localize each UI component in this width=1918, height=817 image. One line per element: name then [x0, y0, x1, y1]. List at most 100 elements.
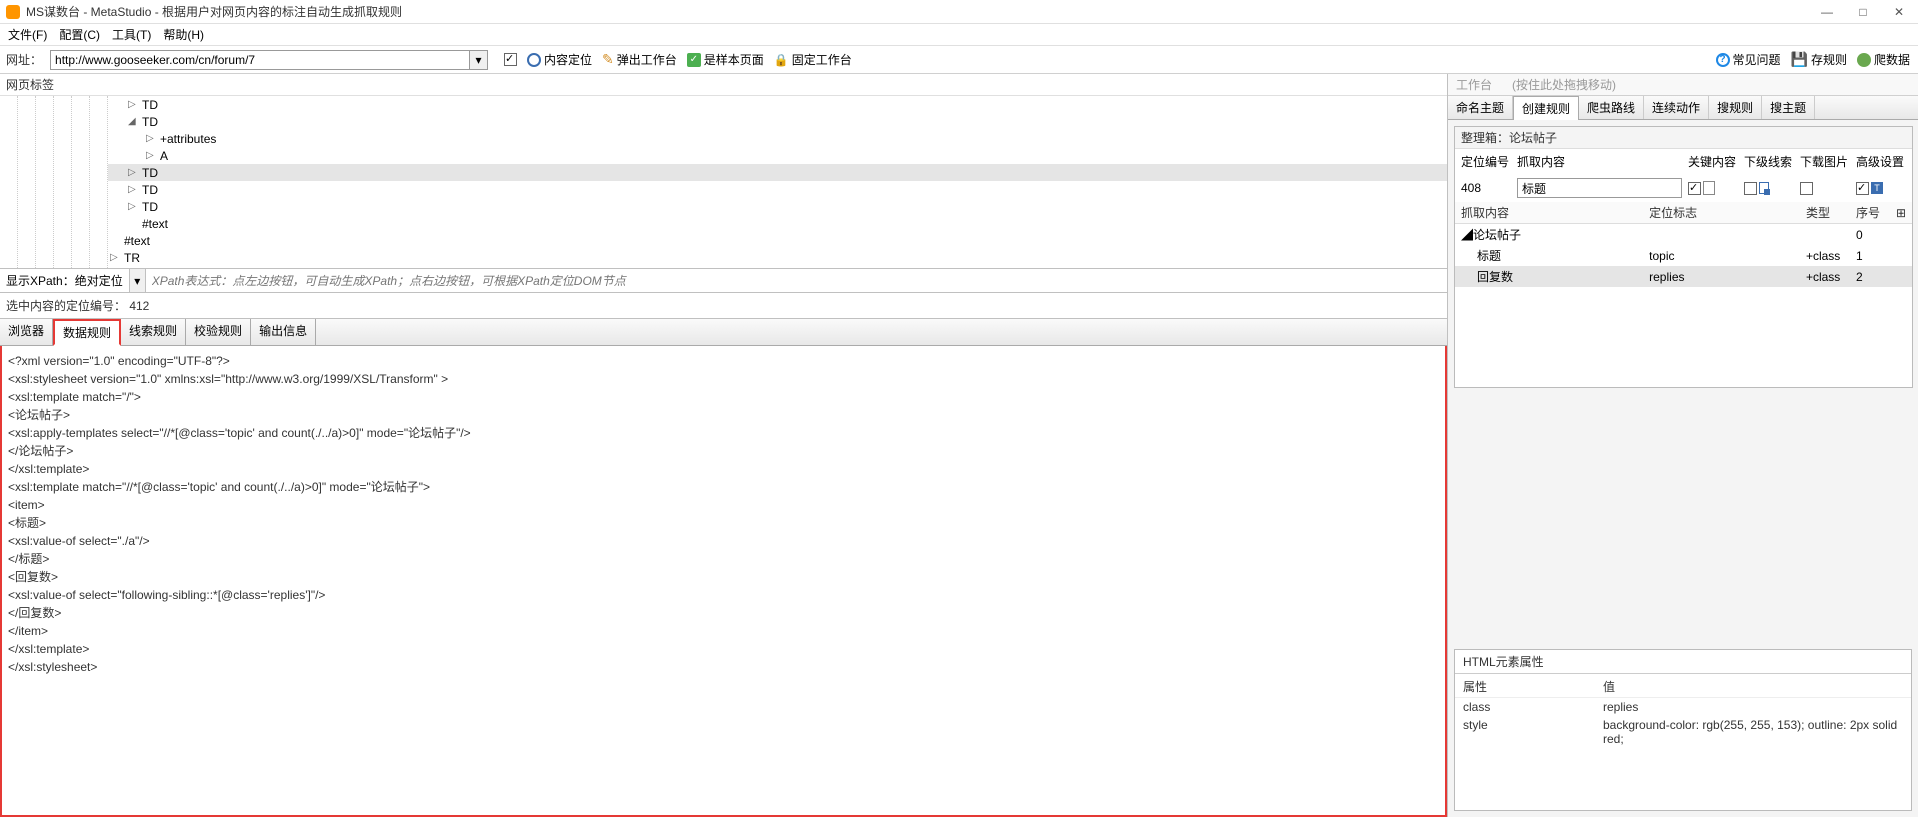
maximize-button[interactable]: □ — [1854, 3, 1872, 21]
tool-content-locate-label: 内容定位 — [544, 51, 592, 68]
workbench-tab[interactable]: 命名主题 — [1448, 96, 1513, 119]
checkbox-adv[interactable] — [1856, 182, 1869, 195]
code-line: </xsl:template> — [8, 460, 1439, 478]
menu-tools[interactable]: 工具(T) — [108, 24, 155, 45]
menu-config[interactable]: 配置(C) — [55, 24, 104, 45]
workbench-tab[interactable]: 爬虫路线 — [1579, 96, 1644, 119]
tree-row[interactable]: ▷TD — [108, 198, 1447, 215]
label-img: 下载图片 — [1800, 153, 1850, 170]
workbench-tab[interactable]: 搜主题 — [1762, 96, 1815, 119]
table-row[interactable]: 标题topic+class1 — [1455, 245, 1912, 266]
close-button[interactable]: ✕ — [1890, 3, 1908, 21]
tool-popup-workbench-label: 弹出工作台 — [617, 51, 677, 68]
lock-icon: 🔒 — [774, 53, 789, 67]
tree-row[interactable]: ▷A — [108, 147, 1447, 164]
tree-expander[interactable]: ▷ — [110, 252, 122, 263]
link-save-rule-label: 存规则 — [1811, 51, 1847, 68]
code-area[interactable]: <?xml version="1.0" encoding="UTF-8"?> <x… — [0, 346, 1447, 817]
globe-icon — [1857, 53, 1871, 67]
xpath-mode-label[interactable]: 显示XPath：绝对定位 — [0, 269, 130, 292]
tree-label: +attributes — [160, 132, 216, 146]
tree-label: #text — [124, 234, 150, 248]
tree-expander[interactable]: ▷ — [128, 99, 140, 110]
tree-expander[interactable]: ▷ — [146, 150, 158, 161]
checkbox-generic[interactable] — [504, 53, 517, 66]
tree-row[interactable]: ▷TD — [108, 164, 1447, 181]
menu-help[interactable]: 帮助(H) — [159, 24, 208, 45]
tree-row[interactable]: #text — [108, 232, 1447, 249]
bottom-tab[interactable]: 输出信息 — [251, 319, 316, 345]
tree-label: TR — [124, 251, 140, 265]
tool-sample-page[interactable]: ✓是样本页面 — [687, 51, 764, 68]
code-line: <xsl:value-of select="./a"/> — [8, 532, 1439, 550]
checkbox-img[interactable] — [1800, 182, 1813, 195]
workbench-tab[interactable]: 搜规则 — [1709, 96, 1762, 119]
code-line: <?xml version="1.0" encoding="UTF-8"?> — [8, 352, 1439, 370]
xpath-mode-dropdown[interactable]: ▾ — [130, 269, 146, 292]
menu-file[interactable]: 文件(F) — [4, 24, 51, 45]
url-dropdown[interactable]: ▾ — [470, 50, 488, 70]
bottom-tab[interactable]: 数据规则 — [53, 319, 121, 346]
code-line: <xsl:template match="//*[@class='topic' … — [8, 478, 1439, 496]
table-row[interactable]: 回复数replies+class2 — [1455, 266, 1912, 287]
tree-expander[interactable]: ▷ — [128, 184, 140, 195]
xpath-input[interactable] — [146, 269, 1447, 292]
check-icon: ✓ — [687, 53, 701, 67]
bottom-tab[interactable]: 浏览器 — [0, 319, 53, 345]
bottom-tab[interactable]: 校验规则 — [186, 319, 251, 345]
tree-row[interactable]: ▷TD — [108, 96, 1447, 113]
html-prop-row: classreplies — [1455, 698, 1911, 716]
tree-row[interactable]: ◢TD — [108, 113, 1447, 130]
code-line: <标题> — [8, 514, 1439, 532]
hp-key: style — [1463, 718, 1603, 746]
tree-row[interactable]: ▷TR — [108, 249, 1447, 266]
th-type[interactable]: 类型 — [1800, 202, 1850, 224]
th-seq[interactable]: 序号 — [1850, 202, 1890, 224]
minimize-button[interactable]: — — [1818, 3, 1836, 21]
label-adv: 高级设置 — [1856, 153, 1906, 170]
th-mark[interactable]: 定位标志 — [1643, 202, 1800, 224]
workbench-tab[interactable]: 创建规则 — [1513, 96, 1579, 120]
link-faq[interactable]: ?常见问题 — [1716, 51, 1781, 68]
checkbox-key[interactable] — [1688, 182, 1701, 195]
window-title: MS谋数台 - MetaStudio - 根据用户对网页内容的标注自动生成抓取规… — [26, 3, 1818, 20]
tree-row[interactable]: ▷TD — [108, 181, 1447, 198]
datarule-icon — [1759, 182, 1769, 194]
question-icon: ? — [1716, 53, 1730, 67]
tool-sample-page-label: 是样本页面 — [704, 51, 764, 68]
tree-expander[interactable]: ◢ — [128, 116, 140, 127]
code-line: <item> — [8, 496, 1439, 514]
url-label: 网址： — [6, 51, 42, 68]
tree-expander[interactable]: ▷ — [128, 201, 140, 212]
link-crawl-data[interactable]: 爬数据 — [1857, 51, 1910, 68]
tool-fix-workbench-label: 固定工作台 — [792, 51, 852, 68]
tree-label: TD — [142, 200, 158, 214]
workbench-tab[interactable]: 连续动作 — [1644, 96, 1709, 119]
th-scroll[interactable]: ⊞ — [1890, 202, 1912, 224]
code-line: </item> — [8, 622, 1439, 640]
tree-expander[interactable]: ▷ — [128, 167, 140, 178]
tool-popup-workbench[interactable]: ✎弹出工作台 — [602, 51, 677, 68]
code-line: <论坛帖子> — [8, 406, 1439, 424]
html-props-title: HTML元素属性 — [1455, 650, 1911, 674]
id-value: 408 — [1461, 181, 1511, 195]
table-row[interactable]: ◢论坛帖子0 — [1455, 224, 1912, 246]
tree-row[interactable]: ▷+attributes — [108, 130, 1447, 147]
tree-row[interactable]: #text — [108, 215, 1447, 232]
tool-content-locate[interactable]: 内容定位 — [527, 51, 592, 68]
bottom-tab[interactable]: 线索规则 — [121, 319, 186, 345]
content-input[interactable] — [1517, 178, 1682, 198]
label-id: 定位编号 — [1461, 153, 1511, 170]
page-icon — [1703, 181, 1715, 195]
advanced-icon[interactable]: T — [1871, 182, 1883, 194]
tool-fix-workbench[interactable]: 🔒固定工作台 — [774, 51, 852, 68]
label-next: 下级线索 — [1744, 153, 1794, 170]
url-input[interactable] — [50, 50, 470, 70]
tree-header: 网页标签 — [0, 74, 1447, 96]
tree-expander[interactable]: ▷ — [146, 133, 158, 144]
code-line: <xsl:apply-templates select="//*[@class=… — [8, 424, 1439, 442]
tree-label: #text — [142, 217, 168, 231]
link-save-rule[interactable]: 💾存规则 — [1791, 51, 1847, 68]
th-content[interactable]: 抓取内容 — [1455, 202, 1643, 224]
checkbox-next[interactable] — [1744, 182, 1757, 195]
